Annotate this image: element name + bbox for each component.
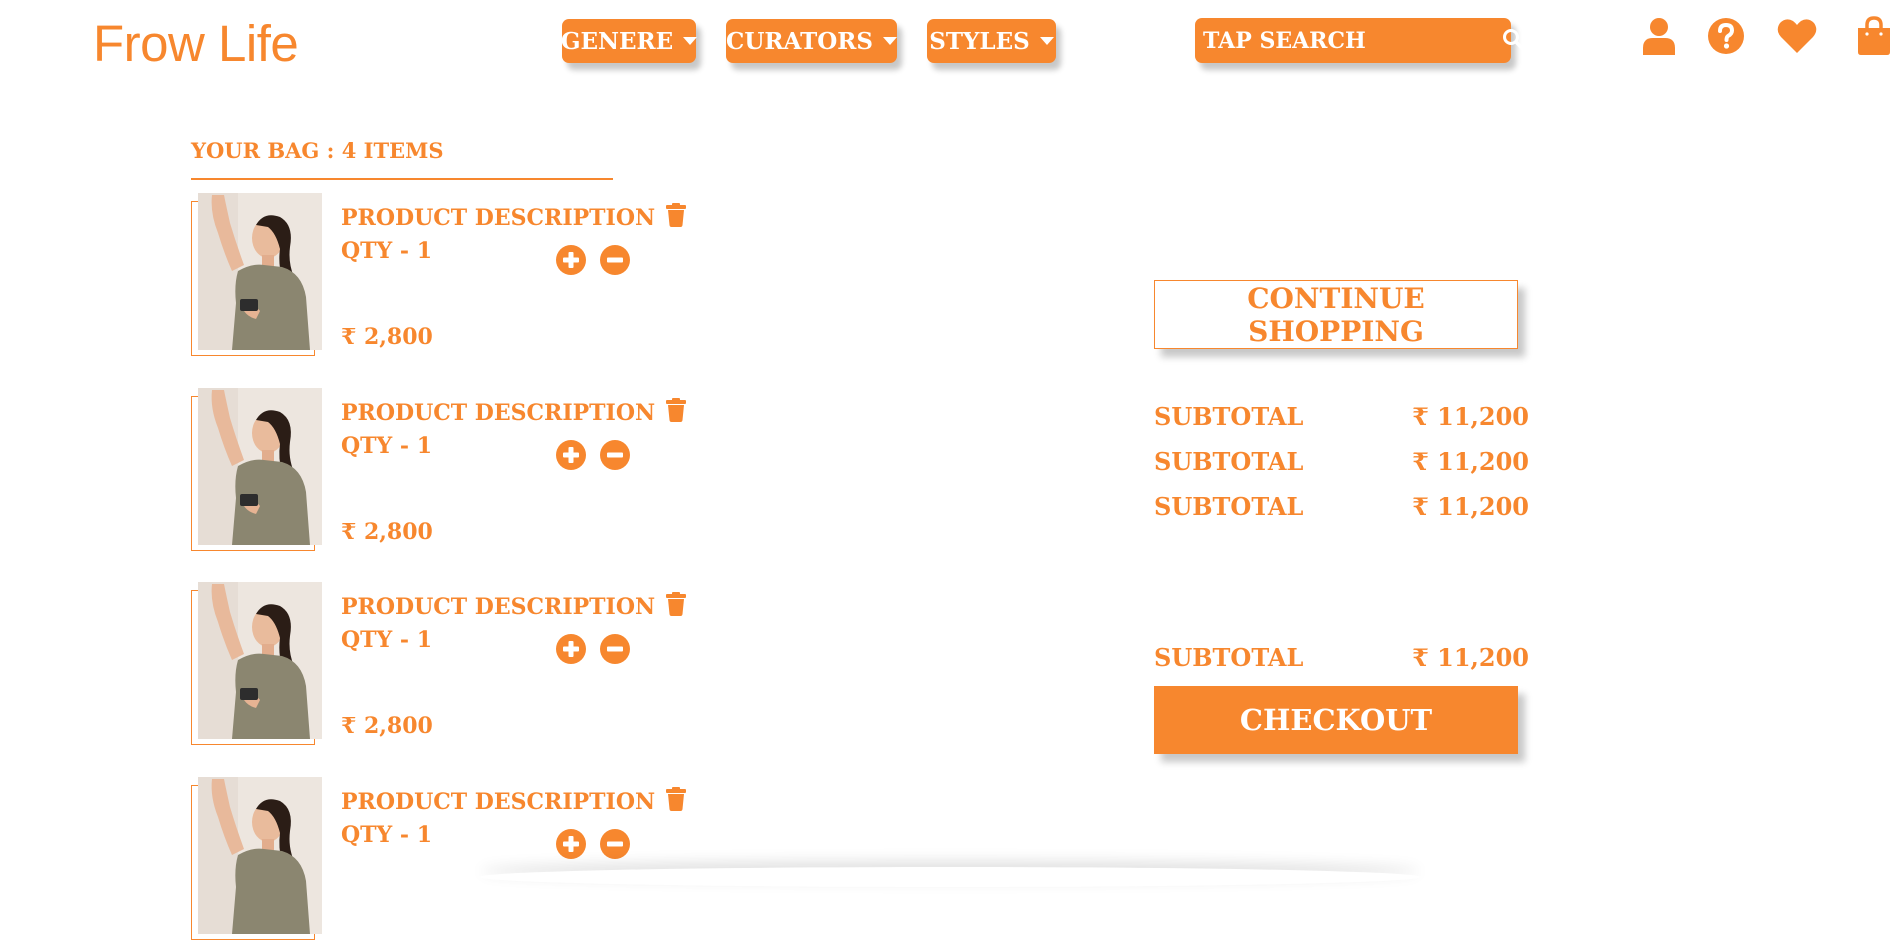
product-description[interactable]: PRODUCT DESCRIPTION [341,205,655,231]
product-price: ₹ 2,800 [341,324,433,350]
help-icon[interactable] [1706,16,1746,56]
summary-row: SUBTOTAL ₹ 11,200 [1154,447,1529,476]
footer-shadow [480,867,1420,887]
product-price: ₹ 2,800 [341,519,433,545]
increase-quantity-button[interactable] [556,634,586,664]
increase-quantity-button[interactable] [556,829,586,859]
nav-curators-dropdown[interactable]: CURATORS [726,19,897,63]
nav-curators-label: CURATORS [726,27,873,55]
summary-label: SUBTOTAL [1154,402,1304,431]
summary-row: SUBTOTAL ₹ 11,200 [1154,492,1529,521]
decrease-quantity-button[interactable] [600,634,630,664]
bag-title: YOUR BAG : 4 ITEMS [191,138,444,163]
summary-label: SUBTOTAL [1154,492,1304,521]
product-quantity: QTY - 1 [341,433,432,459]
summary-value: ₹ 11,200 [1412,447,1529,476]
search-icon[interactable] [1501,27,1525,55]
delete-item-icon[interactable] [666,592,686,616]
bag-item: PRODUCT DESCRIPTION QTY - 1 ₹ 2,800 [191,193,711,363]
delete-item-icon[interactable] [666,787,686,811]
chevron-down-icon [1039,37,1054,45]
search-bar [1195,18,1524,63]
bag-item: PRODUCT DESCRIPTION QTY - 1 ₹ 2,800 [191,582,711,752]
delete-item-icon[interactable] [666,398,686,422]
site-logo[interactable]: Frow Life [93,14,299,73]
product-description[interactable]: PRODUCT DESCRIPTION [341,594,655,620]
heart-icon[interactable] [1777,16,1817,56]
decrease-quantity-button[interactable] [600,829,630,859]
summary-label: SUBTOTAL [1154,447,1304,476]
nav-styles-label: STYLES [929,27,1030,55]
bag-item: PRODUCT DESCRIPTION QTY - 1 [191,777,711,947]
product-quantity: QTY - 1 [341,822,432,848]
search-input[interactable] [1201,26,1501,55]
summary-total-label: SUBTOTAL [1154,643,1304,672]
checkout-button[interactable]: CHECKOUT [1154,686,1518,754]
product-description[interactable]: PRODUCT DESCRIPTION [341,400,655,426]
summary-total-value: ₹ 11,200 [1412,643,1529,672]
chevron-down-icon [882,37,897,45]
nav-genere-label: GENERE [560,27,674,55]
summary-total-row: SUBTOTAL ₹ 11,200 [1154,643,1529,672]
decrease-quantity-button[interactable] [600,440,630,470]
nav-genere-dropdown[interactable]: GENERE [560,19,698,63]
summary-value: ₹ 11,200 [1412,492,1529,521]
nav-styles-dropdown[interactable]: STYLES [927,19,1056,63]
shopping-bag-icon[interactable] [1854,16,1894,56]
product-description[interactable]: PRODUCT DESCRIPTION [341,789,655,815]
product-quantity: QTY - 1 [341,238,432,264]
summary-row: SUBTOTAL ₹ 11,200 [1154,402,1529,431]
user-icon[interactable] [1639,16,1679,56]
delete-item-icon[interactable] [666,203,686,227]
product-quantity: QTY - 1 [341,627,432,653]
product-price: ₹ 2,800 [341,713,433,739]
product-image[interactable] [198,582,322,739]
summary-value: ₹ 11,200 [1412,402,1529,431]
bag-item: PRODUCT DESCRIPTION QTY - 1 ₹ 2,800 [191,388,711,558]
increase-quantity-button[interactable] [556,440,586,470]
chevron-down-icon [683,37,698,45]
product-image[interactable] [198,777,322,934]
divider [191,178,613,180]
decrease-quantity-button[interactable] [600,245,630,275]
product-image[interactable] [198,388,322,545]
product-image[interactable] [198,193,322,350]
increase-quantity-button[interactable] [556,245,586,275]
continue-shopping-button[interactable]: CONTINUE SHOPPING [1154,280,1518,349]
